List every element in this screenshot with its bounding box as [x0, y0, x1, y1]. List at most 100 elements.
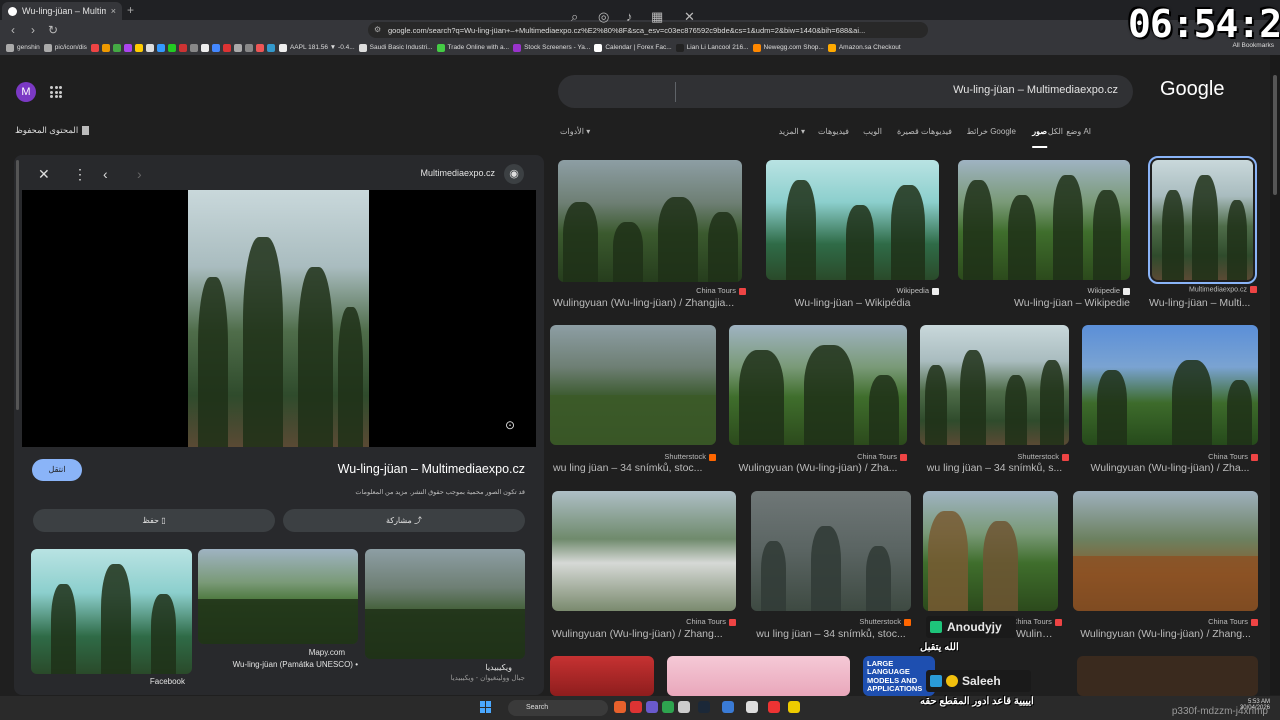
- result-image[interactable]: [667, 656, 850, 696]
- more-options-icon[interactable]: ⋮: [73, 166, 87, 183]
- tab-tools[interactable]: الأدوات ▾: [560, 127, 590, 136]
- result-image[interactable]: [958, 160, 1130, 280]
- result-source[interactable]: China Tours: [1012, 617, 1062, 626]
- close-icon[interactable]: ✕: [38, 166, 50, 183]
- preview-source[interactable]: Multimediaexpo.cz: [360, 168, 495, 178]
- google-lens-icon[interactable]: ⊙: [505, 418, 515, 432]
- app-icon[interactable]: [678, 701, 690, 713]
- saved-content-link[interactable]: المحتوى المحفوظ: [15, 125, 90, 136]
- result-source[interactable]: Shutterstock: [820, 617, 911, 626]
- visit-button[interactable]: انتقل: [32, 459, 82, 481]
- result-image[interactable]: [1082, 325, 1258, 445]
- app-icon[interactable]: [662, 701, 674, 713]
- clear-icon[interactable]: ✕: [684, 9, 695, 25]
- site-info-icon[interactable]: ⚙: [374, 25, 381, 34]
- result-title[interactable]: Wulingyuan (Wu-ling-jüan) / Zhang...: [1016, 628, 1058, 640]
- avatar[interactable]: M: [16, 82, 36, 102]
- app-icon[interactable]: [722, 701, 734, 713]
- result-title[interactable]: Wulingyuan (Wu-ling-jüan) / Zhang...: [1073, 628, 1258, 640]
- related-caption[interactable]: Wu-ling-jüan (Památka UNESCO) •: [198, 660, 358, 669]
- search-icon[interactable]: ⌕: [571, 9, 578, 25]
- result-source[interactable]: Shutterstock: [985, 452, 1069, 461]
- related-image[interactable]: [365, 549, 525, 659]
- panel-scrollbar[interactable]: [16, 160, 19, 410]
- address-bar[interactable]: ⚙ google.com/search?q=Wu-ling-jüan+–+Mul…: [368, 22, 928, 38]
- lens-icon[interactable]: ◎: [598, 9, 609, 25]
- tab-close-icon[interactable]: ×: [111, 6, 116, 16]
- result-image[interactable]: [920, 325, 1069, 445]
- new-tab-button[interactable]: +: [127, 3, 134, 17]
- bookmark-item[interactable]: Trade Online with a...: [436, 43, 509, 52]
- result-image[interactable]: [558, 160, 742, 282]
- result-image-selected[interactable]: [1148, 156, 1257, 284]
- apps-grid-icon[interactable]: [50, 86, 62, 98]
- result-source[interactable]: Wikipedia: [800, 286, 939, 295]
- result-title[interactable]: wu ling jüan – 34 snímků, stoc...: [553, 462, 716, 474]
- result-image[interactable]: [550, 656, 654, 696]
- tab-maps[interactable]: خرائط Google: [967, 127, 1016, 136]
- result-title[interactable]: Wulingyuan (Wu-ling-jüan) / Zha...: [1082, 462, 1258, 474]
- result-source[interactable]: China Tours: [1170, 617, 1258, 626]
- result-source[interactable]: China Tours: [1170, 452, 1258, 461]
- result-title[interactable]: Wulingyuan (Wu-ling-jüan) / Zhangjia...: [553, 297, 745, 309]
- result-image[interactable]: LARGE LANGUAGE MODELS AND APPLICATIONS: [863, 656, 935, 696]
- app-icon[interactable]: [788, 701, 800, 713]
- search-input[interactable]: Wu-ling-jüan – Multimediaexpo.cz: [700, 84, 1118, 96]
- save-button[interactable]: حفظ ▯: [33, 509, 275, 532]
- app-icon[interactable]: [646, 701, 658, 713]
- result-source[interactable]: Multimediaexpo.cz: [1150, 286, 1257, 293]
- app-icon[interactable]: [630, 701, 642, 713]
- previous-icon[interactable]: ‹: [103, 166, 108, 182]
- tab-videos[interactable]: فيديوهات: [818, 127, 849, 136]
- result-source[interactable]: China Tours: [820, 452, 907, 461]
- result-image[interactable]: [1077, 656, 1258, 696]
- globe-icon[interactable]: ◉: [504, 164, 524, 184]
- next-icon[interactable]: ›: [137, 166, 142, 182]
- result-image[interactable]: [552, 491, 736, 611]
- related-image[interactable]: [198, 549, 358, 644]
- result-title[interactable]: wu ling jüan – 34 snímků, s...: [920, 462, 1069, 474]
- result-source[interactable]: China Tours: [600, 286, 746, 295]
- result-image[interactable]: [923, 491, 1058, 611]
- google-logo[interactable]: Google: [1160, 78, 1225, 101]
- bookmark-item[interactable]: Amazon.sa Checkout: [827, 43, 901, 52]
- result-image[interactable]: [729, 325, 907, 445]
- tab-ai-mode[interactable]: وضع AI: [1066, 127, 1091, 136]
- related-caption[interactable]: جبال وولينغيوان - ويكيبيديا: [380, 674, 525, 682]
- tab-web[interactable]: الويب: [863, 127, 882, 136]
- preview-image[interactable]: [188, 190, 369, 447]
- bookmark-item[interactable]: Lian Li Lancool 216...: [675, 43, 749, 52]
- result-title[interactable]: Wu-ling-jüan – Wikipédia: [766, 297, 939, 309]
- result-title[interactable]: Wulingyuan (Wu-ling-jüan) / Zhang...: [552, 628, 736, 640]
- bookmark-item[interactable]: Saudi Basic Industri...: [358, 43, 433, 52]
- related-source[interactable]: Facebook: [120, 677, 185, 686]
- bookmark-item[interactable]: Stock Screeners - Ya...: [513, 43, 590, 52]
- page-scrollbar[interactable]: [1270, 55, 1280, 695]
- result-title[interactable]: Wu-ling-jüan – Multi...: [1149, 297, 1257, 309]
- result-title[interactable]: Wu-ling-jüan – Wikipedie: [958, 297, 1130, 309]
- preview-title[interactable]: Wu-ling-jüan – Multimediaexpo.cz: [290, 462, 525, 476]
- bookmark-item[interactable]: genshin: [6, 43, 40, 52]
- app-icon[interactable]: [768, 701, 780, 713]
- result-source[interactable]: Wikipedie: [990, 286, 1130, 295]
- keyboard-icon[interactable]: ▦: [651, 9, 663, 25]
- result-image[interactable]: [766, 160, 939, 280]
- bookmark-item[interactable]: Newegg.com Shop...: [752, 43, 824, 52]
- tab-more[interactable]: المزيد ▾: [779, 127, 805, 136]
- result-source[interactable]: Shutterstock: [630, 452, 716, 461]
- related-image[interactable]: [31, 549, 192, 674]
- brave-browser-icon[interactable]: [614, 701, 626, 713]
- result-image[interactable]: [1073, 491, 1258, 611]
- tab-all[interactable]: الكل: [1048, 127, 1063, 136]
- reload-icon[interactable]: ↻: [46, 23, 60, 37]
- bookmark-item[interactable]: Calendar | Forex Fac...: [594, 43, 672, 52]
- related-source[interactable]: Mapy.com: [270, 648, 345, 657]
- result-image[interactable]: [751, 491, 911, 611]
- result-image[interactable]: [550, 325, 716, 445]
- tab-images[interactable]: صور: [1032, 127, 1047, 148]
- app-icon[interactable]: [746, 701, 758, 713]
- bookmark-item[interactable]: AAPL 181.56 ▼ -0.4...: [278, 43, 355, 52]
- result-source[interactable]: China Tours: [650, 617, 736, 626]
- share-button[interactable]: مشاركة ⤴: [283, 509, 525, 532]
- related-source[interactable]: ويكيبيديا: [440, 663, 512, 672]
